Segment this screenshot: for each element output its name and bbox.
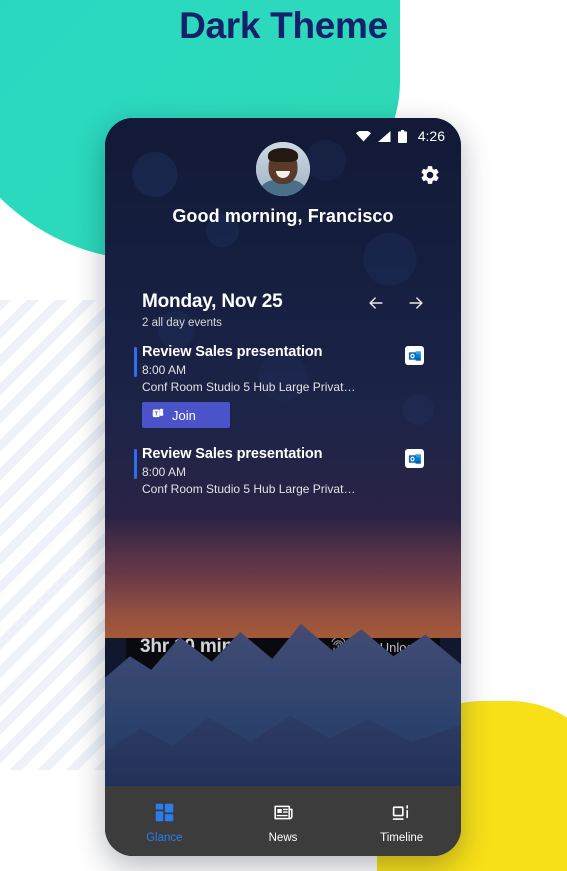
nav-item-timeline[interactable]: Timeline bbox=[342, 798, 461, 844]
calendar-event-row[interactable]: Review Sales presentation 8:00 AM Conf R… bbox=[126, 339, 440, 434]
phone-mockup: 4:26 Good morning, Francisco Calendar Mo… bbox=[105, 118, 461, 856]
glance-icon bbox=[154, 802, 175, 828]
greeting-text: Good morning, Francisco bbox=[172, 206, 394, 226]
event-location: Conf Room Studio 5 Hub Large Privat… bbox=[142, 380, 356, 394]
bottom-navigation: Glance News Timeline bbox=[105, 786, 461, 856]
nav-label-glance: Glance bbox=[146, 832, 183, 844]
join-button[interactable]: T Join bbox=[142, 402, 230, 428]
gear-icon[interactable] bbox=[417, 162, 443, 188]
profile-header: Good morning, Francisco bbox=[105, 118, 461, 227]
join-button-label: Join bbox=[172, 407, 196, 423]
outlook-icon bbox=[405, 449, 424, 468]
event-time: 8:00 AM bbox=[142, 363, 187, 377]
nav-item-news[interactable]: News bbox=[224, 798, 343, 844]
calendar-event-row[interactable]: Review Sales presentation 8:00 AM Conf R… bbox=[126, 434, 440, 502]
timeline-icon bbox=[391, 802, 412, 828]
event-accent-bar bbox=[134, 449, 137, 479]
event-time: 8:00 AM bbox=[142, 465, 187, 479]
arrow-left-icon[interactable] bbox=[366, 293, 386, 313]
teams-icon: T bbox=[151, 406, 165, 425]
event-title: Review Sales presentation bbox=[142, 446, 323, 462]
nav-label-news: News bbox=[268, 832, 298, 844]
event-location: Conf Room Studio 5 Hub Large Privat… bbox=[142, 482, 356, 496]
avatar[interactable] bbox=[256, 142, 310, 196]
page-title: Dark Theme bbox=[179, 5, 388, 46]
nav-label-timeline: Timeline bbox=[380, 832, 424, 844]
event-title: Review Sales presentation bbox=[142, 344, 323, 360]
svg-text:T: T bbox=[154, 411, 158, 417]
news-icon bbox=[273, 802, 294, 828]
nav-item-glance[interactable]: Glance bbox=[105, 798, 224, 844]
arrow-right-icon[interactable] bbox=[406, 293, 426, 313]
event-accent-bar bbox=[134, 347, 137, 377]
outlook-icon bbox=[405, 346, 424, 365]
calendar-subtitle: 2 all day events bbox=[142, 317, 222, 329]
calendar-card-head: Monday, Nov 25 2 all day events bbox=[126, 277, 440, 339]
